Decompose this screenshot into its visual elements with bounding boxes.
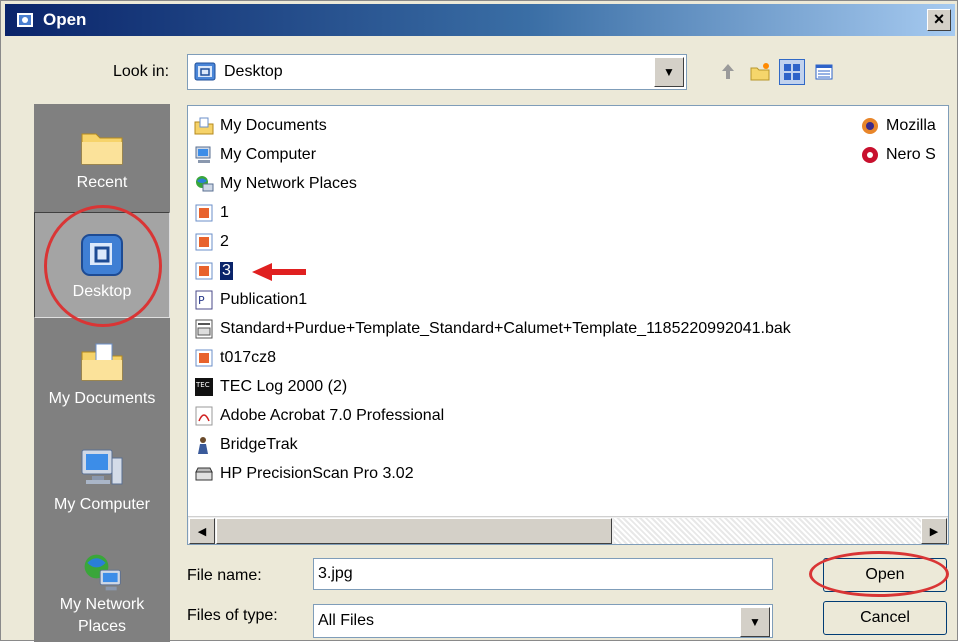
recent-folder-icon xyxy=(81,133,123,165)
window-title: Open xyxy=(43,10,87,29)
list-item[interactable]: t017cz8 xyxy=(194,346,276,370)
image-file-icon xyxy=(195,204,213,222)
scroll-right-icon[interactable]: ▶ xyxy=(921,518,947,544)
file-name-label: File name: xyxy=(187,567,262,584)
chevron-down-icon[interactable]: ▼ xyxy=(740,607,770,637)
place-label: My Computer xyxy=(53,496,151,513)
my-computer-icon xyxy=(81,449,123,485)
view-menu-icon[interactable] xyxy=(779,59,805,85)
mozilla-shortcut-icon xyxy=(862,118,878,134)
list-item[interactable]: 2 xyxy=(194,230,229,254)
list-item[interactable]: P Publication1 xyxy=(194,288,307,312)
place-label: Recent xyxy=(76,174,128,191)
publisher-file-icon: P xyxy=(195,290,213,310)
list-item-selected[interactable]: 3 xyxy=(194,259,233,283)
desktop-icon xyxy=(194,61,216,83)
image-file-icon xyxy=(195,262,213,280)
scrollbar-track[interactable] xyxy=(614,518,922,544)
file-list[interactable]: My Documents My Computer My Network Plac… xyxy=(187,105,949,545)
list-item[interactable]: Adobe Acrobat 7.0 Professional xyxy=(194,404,444,428)
list-item[interactable]: TEC TEC Log 2000 (2) xyxy=(194,375,347,399)
title-bar[interactable]: Open × xyxy=(5,4,955,36)
annotation-arrow-icon xyxy=(252,263,306,281)
place-my-computer[interactable]: My Computer xyxy=(34,426,170,532)
annotation-circle-open xyxy=(809,551,949,597)
my-computer-icon xyxy=(195,146,211,163)
nero-shortcut-icon xyxy=(862,147,878,163)
image-file-icon xyxy=(195,233,213,251)
files-of-type-value: All Files xyxy=(318,612,375,629)
place-my-documents[interactable]: My Documents xyxy=(34,320,170,426)
list-item[interactable]: HP PrecisionScan Pro 3.02 xyxy=(194,462,414,486)
dialog-toolbar xyxy=(715,59,837,85)
places-bar: Recent Desktop My Documents My Computer … xyxy=(34,104,170,642)
list-item[interactable]: Standard+Purdue+Template_Standard+Calume… xyxy=(194,317,791,341)
scroll-left-icon[interactable]: ◀ xyxy=(189,518,215,544)
list-item[interactable]: My Network Places xyxy=(194,172,357,196)
file-name-input[interactable] xyxy=(313,558,773,590)
scanner-shortcut-icon xyxy=(195,467,213,481)
list-item[interactable]: Nero S xyxy=(860,143,936,167)
my-documents-icon xyxy=(194,117,214,135)
chevron-down-icon[interactable]: ▼ xyxy=(654,57,684,87)
list-item[interactable]: BridgeTrak xyxy=(194,433,298,457)
place-recent[interactable]: Recent xyxy=(34,104,170,210)
up-one-level-icon[interactable] xyxy=(715,59,741,85)
list-item[interactable]: Mozilla xyxy=(860,114,936,138)
list-item[interactable]: 1 xyxy=(194,201,229,225)
files-of-type-dropdown[interactable]: All Files ▼ xyxy=(313,604,773,638)
create-new-folder-icon[interactable] xyxy=(747,59,773,85)
look-in-label: Look in: xyxy=(113,63,170,80)
look-in-dropdown[interactable]: Desktop ▼ xyxy=(187,54,687,90)
details-view-icon[interactable] xyxy=(811,59,837,85)
bridgetrak-shortcut-icon xyxy=(198,437,208,454)
open-dialog-icon xyxy=(15,9,37,31)
bak-file-icon xyxy=(195,319,213,339)
open-dialog: Open × Look in: Desktop ▼ Recent Desktop… xyxy=(0,0,958,642)
annotation-circle-desktop xyxy=(44,205,162,327)
close-button[interactable]: × xyxy=(927,9,951,31)
scrollbar-thumb[interactable] xyxy=(216,518,612,544)
files-of-type-label: Files of type: xyxy=(187,607,278,624)
my-network-places-icon xyxy=(84,554,121,591)
list-item[interactable]: My Computer xyxy=(194,143,316,167)
place-label: My Documents xyxy=(48,390,156,407)
cancel-button[interactable]: Cancel xyxy=(823,601,947,635)
svg-text:P: P xyxy=(198,294,205,307)
tec-shortcut-icon: TEC xyxy=(195,378,213,396)
place-my-network-places[interactable]: My Network Places xyxy=(34,532,170,638)
acrobat-shortcut-icon xyxy=(195,406,213,426)
list-item[interactable]: My Documents xyxy=(194,114,327,138)
network-places-icon xyxy=(196,176,214,192)
look-in-value: Desktop xyxy=(224,63,283,80)
svg-text:TEC: TEC xyxy=(195,381,210,389)
my-documents-icon xyxy=(81,343,123,381)
horizontal-scrollbar[interactable]: ◀ ▶ xyxy=(188,516,948,544)
image-file-icon xyxy=(195,349,213,367)
place-label: My Network Places xyxy=(59,596,145,635)
